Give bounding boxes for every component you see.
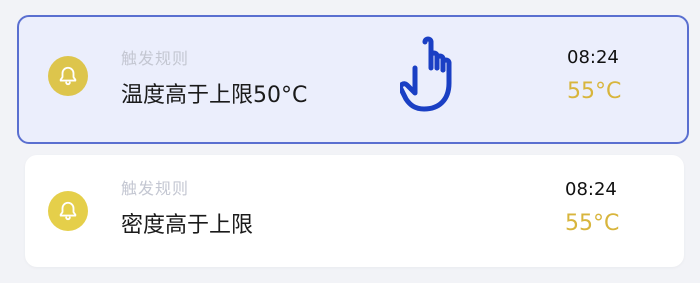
rule-title: 触发规则 xyxy=(121,49,190,68)
bell-icon-svg xyxy=(59,201,77,221)
bell-icon-svg xyxy=(59,66,77,86)
alert-value: 55°C xyxy=(565,211,620,236)
rule-title: 触发规则 xyxy=(121,179,190,198)
alert-time: 08:24 xyxy=(567,47,619,68)
rule-text: 温度高于上限50°C xyxy=(121,83,308,108)
bell-icon xyxy=(48,191,88,231)
alert-time: 08:24 xyxy=(565,179,617,200)
bell-icon xyxy=(48,56,88,96)
alert-card-temperature[interactable]: 触发规则 温度高于上限50°C 08:24 55°C xyxy=(17,15,689,144)
rule-text: 密度高于上限 xyxy=(121,213,254,238)
alert-card-density[interactable]: 触发规则 密度高于上限 08:24 55°C xyxy=(25,155,684,267)
tap-hand-icon xyxy=(400,36,452,112)
alert-value: 55°C xyxy=(567,79,622,104)
